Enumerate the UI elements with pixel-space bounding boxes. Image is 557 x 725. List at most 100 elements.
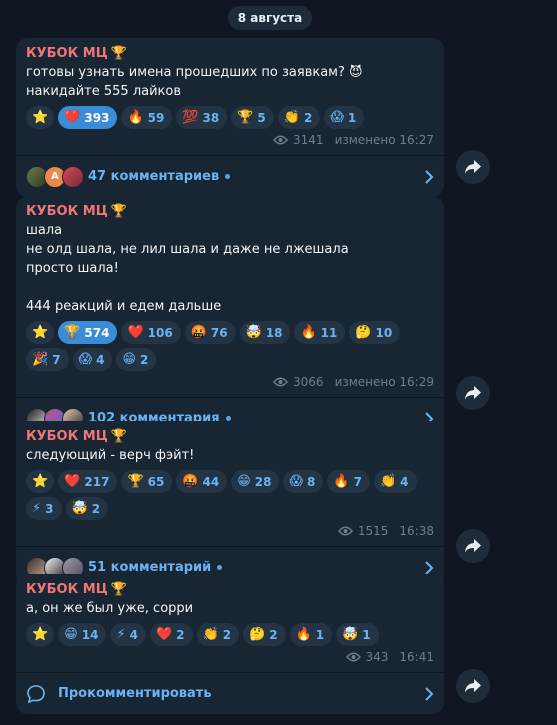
reaction-chip[interactable]: 🎉 7 — [26, 348, 69, 371]
reaction-chip[interactable]: 😁 2 — [116, 348, 157, 371]
reaction-chip[interactable]: ❤️ 2 — [149, 623, 193, 646]
trophy-icon: 🏆 — [110, 46, 127, 61]
lightning-icon: ⚡ — [116, 627, 126, 642]
leave-comment-button[interactable]: Прокомментировать — [16, 672, 444, 714]
reaction-count: 2 — [269, 627, 278, 642]
post-time: 16:38 — [399, 524, 434, 538]
paid-star-reaction[interactable]: ⭐ — [26, 106, 55, 129]
reaction-count: 44 — [202, 474, 220, 489]
reaction-chip[interactable]: 👏 4 — [373, 470, 417, 493]
reaction-chip[interactable]: ❤️ 217 — [58, 470, 118, 493]
share-button[interactable] — [456, 669, 490, 703]
reaction-chip[interactable]: 🤬 44 — [176, 470, 228, 493]
mind-blown-icon: 🤯 — [342, 627, 359, 642]
hundred-icon: 💯 — [182, 110, 199, 125]
reaction-count: 2 — [176, 627, 185, 642]
share-button[interactable] — [456, 376, 490, 410]
trophy-icon: 🏆 — [64, 325, 81, 340]
reaction-chip[interactable]: ⚡ 4 — [110, 623, 146, 646]
reaction-chip[interactable]: 😱 1 — [324, 106, 365, 129]
heart-icon: ❤️ — [127, 325, 144, 340]
reaction-count: 28 — [254, 474, 272, 489]
share-button[interactable] — [456, 150, 490, 184]
unread-dot — [225, 174, 231, 179]
post-author[interactable]: КУБОК МЦ 🏆 — [26, 580, 434, 599]
reaction-count: 1 — [315, 627, 325, 642]
author-name: КУБОК МЦ — [26, 582, 108, 597]
paid-star-reaction[interactable]: ⭐ — [26, 623, 55, 646]
reaction-chip[interactable]: ⚡ 3 — [26, 497, 62, 520]
post-meta: 3141 изменено 16:27 — [26, 131, 434, 149]
reaction-count: 3 — [45, 501, 54, 516]
heart-icon: ❤️ — [64, 474, 81, 489]
eye-icon — [273, 377, 289, 387]
post-time: 16:41 — [399, 650, 434, 664]
reaction-chip[interactable]: 🏆 65 — [121, 470, 173, 493]
share-button[interactable] — [456, 529, 490, 563]
trophy-icon: 🏆 — [237, 110, 254, 125]
reaction-chip[interactable]: 👏 2 — [196, 623, 240, 646]
paid-star-reaction[interactable]: ⭐ — [26, 470, 55, 493]
eye-icon — [337, 526, 353, 536]
lightning-icon: ⚡ — [32, 501, 42, 516]
star-icon: ⭐ — [32, 474, 49, 489]
reaction-chip[interactable]: 🏆 5 — [231, 106, 274, 129]
comments-label: Прокомментировать — [58, 686, 212, 701]
reaction-chip[interactable]: 💯 38 — [176, 106, 228, 129]
post-text-line: а, он же был уже, сорри — [26, 601, 194, 616]
reaction-count: 106 — [147, 325, 173, 340]
star-icon: ⭐ — [32, 110, 49, 125]
author-name: КУБОК МЦ — [26, 204, 108, 219]
comment-bubble-icon — [27, 684, 45, 703]
reaction-chip[interactable]: 🔥 1 — [289, 623, 333, 646]
trophy-icon: 🏆 — [110, 582, 127, 597]
reaction-chip[interactable]: ❤️ 106 — [121, 321, 181, 344]
post-author[interactable]: КУБОК МЦ 🏆 — [26, 44, 434, 63]
reaction-chip[interactable]: 🤔 10 — [349, 321, 401, 344]
reaction-count: 59 — [147, 110, 165, 125]
view-count: 1515 — [357, 524, 389, 538]
post-text-line: следующий - верч фэйт! — [26, 448, 195, 463]
reaction-chip[interactable]: 🤔 2 — [243, 623, 286, 646]
post-text-line — [26, 278, 434, 297]
scream-icon: 😱 — [78, 352, 93, 367]
reaction-chip[interactable]: 🔥 7 — [327, 470, 370, 493]
grin-icon: 😁 — [64, 627, 78, 642]
reaction-chip[interactable]: 🤯 2 — [65, 497, 109, 520]
reaction-chip[interactable]: 🏆 574 — [58, 321, 118, 344]
channel-post: КУБОК МЦ 🏆 готовы узнать имена прошедших … — [16, 38, 444, 197]
comments-label: 51 комментарий — [88, 560, 212, 575]
reaction-count: 574 — [84, 325, 110, 340]
post-author[interactable]: КУБОК МЦ 🏆 — [26, 202, 434, 221]
reaction-chip[interactable]: ❤️ 393 — [58, 106, 118, 129]
reaction-chip[interactable]: 🤯 18 — [239, 321, 291, 344]
reaction-count: 10 — [375, 325, 393, 340]
reactions-bar: ⭐ 🏆 574 ❤️ 106 🤬 76 🤯 18 🔥 11 🤔 10 🎉 7 😱 4 😁 2 — [26, 321, 434, 371]
post-text-line: 444 реакций и едем дальше — [26, 299, 222, 314]
reaction-chip[interactable]: 🔥 11 — [294, 321, 346, 344]
reaction-chip[interactable]: 🤬 76 — [184, 321, 236, 344]
reaction-chip[interactable]: 😱 8 — [283, 470, 324, 493]
channel-post: КУБОК МЦ 🏆 следующий - верч фэйт! ⭐ ❤️ 217… — [16, 421, 444, 588]
reactions-bar: ⭐ 😁 14 ⚡ 4 ❤️ 2 👏 2 🤔 2 🔥 1 🤯 1 — [26, 623, 434, 646]
mind-blown-icon: 🤯 — [245, 325, 262, 340]
post-text-line: накидайте 555 лайков — [26, 84, 182, 99]
comments-button[interactable]: А 47 комментариев — [16, 155, 444, 197]
reaction-chip[interactable]: 😁 14 — [58, 623, 107, 646]
post-text-line: готовы узнать имена прошедших по заявкам… — [26, 65, 363, 80]
reaction-chip[interactable]: 😁 28 — [231, 470, 280, 493]
reaction-chip[interactable]: 🤯 1 — [336, 623, 379, 646]
post-author[interactable]: КУБОК МЦ 🏆 — [26, 427, 434, 446]
reaction-count: 7 — [52, 352, 61, 367]
mind-blown-icon: 🤯 — [71, 501, 88, 516]
reaction-count: 1 — [362, 627, 371, 642]
reaction-chip[interactable]: 👏 2 — [277, 106, 321, 129]
chevron-right-icon — [425, 686, 434, 701]
heart-icon: ❤️ — [64, 110, 81, 125]
reaction-chip[interactable]: 🔥 59 — [121, 106, 173, 129]
paid-star-reaction[interactable]: ⭐ — [26, 321, 55, 344]
reaction-chip[interactable]: 😱 4 — [72, 348, 113, 371]
post-time: изменено 16:29 — [334, 375, 434, 389]
eye-icon — [345, 652, 361, 662]
author-name: КУБОК МЦ — [26, 46, 108, 61]
